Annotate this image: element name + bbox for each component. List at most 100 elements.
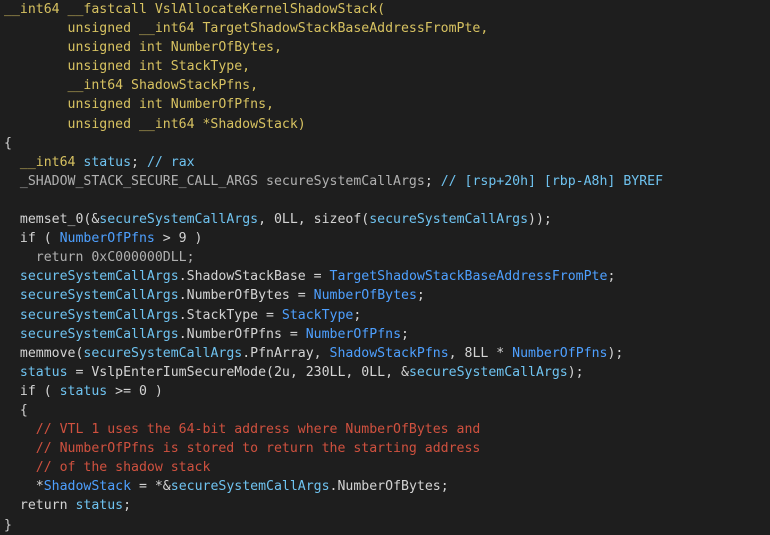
code-token-plain: ; <box>401 326 409 342</box>
code-token-local: secureSystemCallArgs <box>19 326 179 342</box>
code-token-keyword: unsigned int StackType, <box>4 59 251 75</box>
code-line: unsigned int NumberOfPfns, <box>0 95 770 114</box>
code-line: return 0xC000000DLL; <box>0 248 770 267</box>
code-token-local: status <box>75 498 124 514</box>
code-token-local: secureSystemCallArgs <box>83 345 243 361</box>
code-line: // VTL 1 uses the 64-bit address where N… <box>0 420 770 439</box>
code-line: __int64 ShadowStackPfns, <box>0 76 770 95</box>
code-token-param: ShadowStack <box>43 479 132 495</box>
code-token-param: StackType <box>281 307 354 323</box>
code-line: unsigned __int64 *ShadowStack) <box>0 115 770 134</box>
code-token-comment: // NumberOfPfns is stored to return the … <box>4 441 481 457</box>
code-token-plain: ; <box>607 269 616 285</box>
code-line: secureSystemCallArgs.StackType = StackTy… <box>0 306 770 325</box>
code-token-param: NumberOfPfns <box>59 231 155 247</box>
code-token-plain: .ShadowStackBase = <box>178 269 330 285</box>
code-token-local: secureSystemCallArgs <box>99 212 259 228</box>
code-token-plain: )); <box>528 212 552 228</box>
code-token-keyword: __int64 <box>4 154 84 170</box>
code-line: _SHADOW_STACK_SECURE_CALL_ARGS secureSys… <box>0 172 770 191</box>
code-line: return status; <box>0 496 770 515</box>
code-token-plain: memset_0(& <box>4 212 100 228</box>
code-line: unsigned int StackType, <box>0 57 770 76</box>
code-token-brace: } <box>4 517 12 533</box>
code-token-param: NumberOfPfns <box>305 326 402 342</box>
code-token-keyword: unsigned int NumberOfBytes, <box>4 40 282 56</box>
code-token-keyword: unsigned __int64 TargetShadowStackBaseAd… <box>4 21 489 37</box>
code-line: secureSystemCallArgs.NumberOfBytes = Num… <box>0 286 770 305</box>
code-token-plain: ); <box>607 345 624 361</box>
code-token-comment: // of the shadow stack <box>4 460 211 476</box>
code-token-brace: { <box>4 402 28 418</box>
code-token-plain: , 0LL, sizeof( <box>258 212 370 228</box>
code-token-type: return 0xC000000DLL; <box>4 250 195 266</box>
code-token-plain: if ( <box>4 231 60 247</box>
code-line: __int64 __fastcall VslAllocateKernelShad… <box>0 0 770 19</box>
code-line: secureSystemCallArgs.NumberOfPfns = Numb… <box>0 325 770 344</box>
code-token-plain: if ( <box>4 383 60 399</box>
code-line: secureSystemCallArgs.ShadowStackBase = T… <box>0 267 770 286</box>
code-token-local: secureSystemCallArgs <box>19 269 179 285</box>
code-line: if ( NumberOfPfns > 9 ) <box>0 229 770 248</box>
code-token-param: NumberOfBytes <box>313 288 417 304</box>
code-token-plain: .StackType = <box>178 307 282 323</box>
code-token-keyword: __int64 __fastcall VslAllocateKernelShad… <box>4 2 386 17</box>
code-token-local: status <box>19 364 68 380</box>
code-token-plain: ; <box>131 154 147 170</box>
code-line: { <box>0 401 770 420</box>
code-token-param: NumberOfPfns <box>512 345 608 361</box>
code-line: __int64 status; // rax <box>0 153 770 172</box>
code-token-local: // rax <box>146 154 195 170</box>
code-line: } <box>0 516 770 535</box>
code-token-plain: ); <box>567 364 584 380</box>
code-token-param: TargetShadowStackBaseAddressFromPte <box>329 269 608 285</box>
decompiler-code-view: __int64 __fastcall VslAllocateKernelShad… <box>0 0 770 533</box>
code-line: unsigned int NumberOfBytes, <box>0 38 770 57</box>
code-token-plain: ; <box>424 173 441 189</box>
code-line: status = VslpEnterIumSecureMode(2u, 230L… <box>0 363 770 382</box>
code-token-plain: ; <box>123 498 132 514</box>
code-token-param: ShadowStackPfns <box>329 345 449 361</box>
code-line: unsigned __int64 TargetShadowStackBaseAd… <box>0 19 770 38</box>
code-token-type: secureSystemCallArgs <box>266 173 425 189</box>
code-token-plain: return <box>4 498 76 514</box>
code-token-plain: .NumberOfBytes = <box>178 288 314 304</box>
code-token-plain: , 8LL * <box>448 345 513 361</box>
code-line: { <box>0 134 770 153</box>
code-token-plain: memmove( <box>4 345 84 361</box>
code-token-local: status <box>59 383 108 399</box>
code-line: // NumberOfPfns is stored to return the … <box>0 439 770 458</box>
code-token-comment: // VTL 1 uses the 64-bit address where N… <box>4 422 481 438</box>
code-token-local: secureSystemCallArgs <box>170 479 330 495</box>
code-token-type: _SHADOW_STACK_SECURE_CALL_ARGS <box>4 173 267 189</box>
code-token-keyword: unsigned __int64 *ShadowStack) <box>4 116 306 132</box>
code-line: memmove(secureSystemCallArgs.PfnArray, S… <box>0 344 770 363</box>
code-token-local: secureSystemCallArgs <box>408 364 568 380</box>
code-token-keyword: unsigned int NumberOfPfns, <box>4 97 274 113</box>
code-token-plain: .NumberOfPfns = <box>178 326 306 342</box>
code-token-local: secureSystemCallArgs <box>19 288 179 304</box>
code-token-plain: >= 0 ) <box>107 383 163 399</box>
code-token-plain: ; <box>353 307 362 323</box>
code-token-local: // [rsp+20h] [rbp-A8h] BYREF <box>440 173 664 189</box>
code-token-plain: .NumberOfBytes; <box>329 479 449 495</box>
code-line: *ShadowStack = *&secureSystemCallArgs.Nu… <box>0 477 770 496</box>
code-token-local: secureSystemCallArgs <box>19 307 179 323</box>
code-token-local: status <box>83 154 132 170</box>
code-token-local: secureSystemCallArgs <box>369 212 529 228</box>
code-token-plain: = *& <box>131 479 171 495</box>
code-token-plain: = VslpEnterIumSecureMode(2u, 230LL, 0LL,… <box>67 364 409 380</box>
code-token-plain: ; <box>416 288 425 304</box>
code-token-brace: { <box>4 135 12 151</box>
code-line: memset_0(&secureSystemCallArgs, 0LL, siz… <box>0 210 770 229</box>
code-line: // of the shadow stack <box>0 458 770 477</box>
code-token-plain: * <box>4 479 44 495</box>
code-token-plain: .PfnArray, <box>242 345 330 361</box>
code-token-keyword: __int64 ShadowStackPfns, <box>4 78 259 94</box>
